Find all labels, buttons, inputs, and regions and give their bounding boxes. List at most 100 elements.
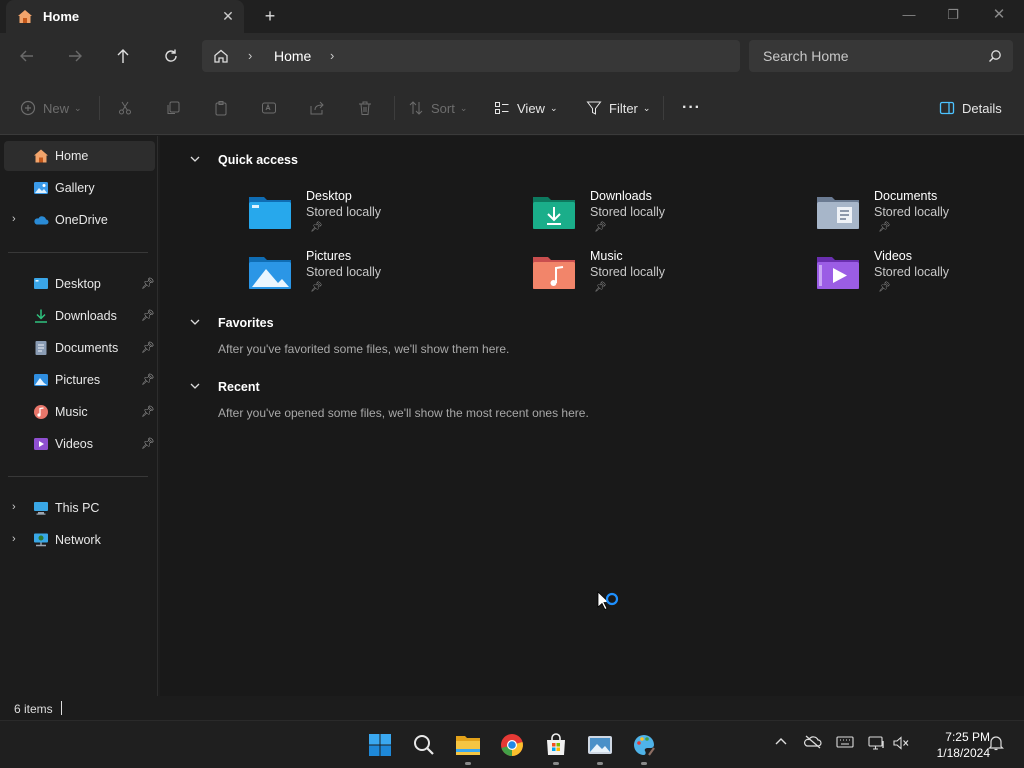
folder-icon [456, 736, 480, 755]
pin-icon[interactable]: 📌︎ [141, 405, 155, 418]
quick-access-item-videos[interactable]: Videos Stored locally 📌︎ [816, 249, 1024, 305]
quick-access-item-desktop[interactable]: Desktop Stored locally 📌︎ [248, 189, 468, 245]
sidebar-item-label: Gallery [55, 181, 95, 195]
trash-icon [359, 101, 371, 115]
filter-label: Filter [609, 100, 638, 116]
start-button[interactable] [362, 729, 398, 761]
store-taskbar-button[interactable] [538, 729, 574, 765]
system-clock[interactable]: 7:25 PM 1/18/2024 [918, 729, 990, 761]
sidebar-item-onedrive[interactable]: › OneDrive [4, 205, 155, 235]
pin-icon[interactable]: 📌︎ [141, 341, 155, 354]
chevron-down-icon[interactable] [188, 315, 202, 329]
sidebar-item-this-pc[interactable]: › This PC [4, 493, 155, 523]
onedrive-offline-icon[interactable] [803, 735, 823, 755]
back-arrow-icon [20, 50, 33, 62]
forward-button[interactable] [59, 41, 91, 71]
up-button[interactable] [107, 41, 139, 71]
quick-access-header[interactable]: Quick access [190, 153, 298, 167]
quick-access-item-pictures[interactable]: Pictures Stored locally 📌︎ [248, 249, 468, 305]
photos-taskbar-button[interactable] [582, 729, 618, 765]
chevron-right-icon[interactable]: › [12, 533, 16, 545]
sidebar-item-home[interactable]: Home [4, 141, 155, 171]
sidebar-item-network[interactable]: › Network [4, 525, 155, 555]
section-title: Favorites [218, 316, 274, 330]
item-location: Stored locally [590, 205, 666, 219]
chevron-down-icon[interactable] [188, 152, 202, 166]
sidebar-item-music[interactable]: Music 📌︎ [4, 397, 155, 427]
more-options-button[interactable]: ··· [682, 97, 701, 119]
item-location: Stored locally [306, 205, 382, 219]
sidebar-item-pictures[interactable]: Pictures 📌︎ [4, 365, 155, 395]
delete-button[interactable] [357, 97, 380, 119]
chrome-taskbar-button[interactable] [494, 729, 530, 761]
minimize-button[interactable]: — [886, 0, 932, 30]
share-button[interactable] [309, 97, 332, 119]
status-divider [61, 701, 62, 715]
network-status-icon[interactable] [867, 735, 887, 755]
pin-icon[interactable]: 📌︎ [141, 437, 155, 450]
sidebar-item-label: Videos [55, 437, 93, 451]
close-window-button[interactable]: ✕ [976, 0, 1022, 30]
breadcrumb[interactable]: Home [274, 48, 311, 64]
sidebar-item-downloads[interactable]: Downloads 📌︎ [4, 301, 155, 331]
volume-muted-icon[interactable] [891, 735, 911, 755]
details-pane-icon [939, 101, 955, 115]
keyboard-icon[interactable] [835, 735, 855, 755]
show-hidden-icons-chevron-icon[interactable] [771, 735, 791, 755]
pin-icon[interactable]: 📌︎ [141, 277, 155, 290]
home-icon [18, 10, 32, 23]
recent-header[interactable]: Recent [190, 380, 260, 394]
paint-taskbar-button[interactable] [626, 729, 662, 765]
favorites-header[interactable]: Favorites [190, 316, 274, 330]
item-location: Stored locally [874, 265, 950, 279]
sidebar-item-label: OneDrive [55, 213, 108, 227]
sort-button[interactable]: Sort ⌄ [408, 97, 467, 119]
chevron-down-icon[interactable] [188, 379, 202, 393]
rename-button[interactable] [261, 97, 284, 119]
music-folder-icon [533, 257, 575, 289]
chevron-right-icon[interactable]: › [12, 501, 16, 513]
back-button[interactable] [11, 41, 43, 71]
sort-label: Sort [431, 100, 455, 116]
cut-button[interactable] [117, 97, 140, 119]
pin-icon[interactable]: 📌︎ [141, 373, 155, 386]
address-bar[interactable]: › Home › [202, 40, 740, 72]
file-explorer-taskbar-button[interactable] [450, 729, 486, 765]
filter-button[interactable]: Filter ⌄ [586, 97, 650, 119]
sidebar-item-documents[interactable]: Documents 📌︎ [4, 333, 155, 363]
notifications-bell-icon[interactable] [986, 735, 1006, 755]
close-tab-icon[interactable]: ✕ [218, 6, 238, 26]
status-bar: 6 items [0, 696, 1024, 720]
copy-button[interactable] [165, 97, 188, 119]
pin-icon: 📌︎ [878, 222, 891, 233]
sidebar-item-videos[interactable]: Videos 📌︎ [4, 429, 155, 459]
quick-access-item-downloads[interactable]: Downloads Stored locally 📌︎ [532, 189, 752, 245]
chevron-right-icon[interactable]: › [248, 48, 252, 63]
sidebar-item-desktop[interactable]: Desktop 📌︎ [4, 269, 155, 299]
search-box[interactable]: Search Home [749, 40, 1013, 72]
pin-icon[interactable]: 📌︎ [141, 309, 155, 322]
item-name: Music [590, 249, 623, 263]
sidebar-item-gallery[interactable]: Gallery [4, 173, 155, 203]
view-button[interactable]: View ⌄ [494, 97, 558, 119]
refresh-button[interactable] [155, 41, 187, 71]
search-input[interactable]: Search Home [763, 48, 849, 64]
quick-access-item-music[interactable]: Music Stored locally 📌︎ [532, 249, 752, 305]
restore-button[interactable]: ❐ [930, 0, 976, 30]
taskbar: 7:25 PM 1/18/2024 [0, 720, 1024, 768]
pin-icon: 📌︎ [310, 282, 323, 293]
item-location: Stored locally [306, 265, 382, 279]
share-icon [310, 101, 324, 115]
details-button[interactable]: Details [939, 97, 1002, 119]
separator [99, 96, 100, 120]
new-button[interactable]: New ⌄ [20, 97, 82, 119]
new-tab-button[interactable]: + [259, 6, 281, 28]
sidebar-item-label: Pictures [55, 373, 101, 387]
search-taskbar-button[interactable] [406, 729, 442, 761]
chevron-right-icon[interactable]: › [12, 213, 16, 225]
chevron-right-icon[interactable]: › [330, 48, 334, 63]
separator [663, 96, 664, 120]
quick-access-item-documents[interactable]: Documents Stored locally 📌︎ [816, 189, 1024, 245]
tab-home[interactable]: Home ✕ [6, 0, 244, 33]
paste-button[interactable] [213, 97, 236, 119]
